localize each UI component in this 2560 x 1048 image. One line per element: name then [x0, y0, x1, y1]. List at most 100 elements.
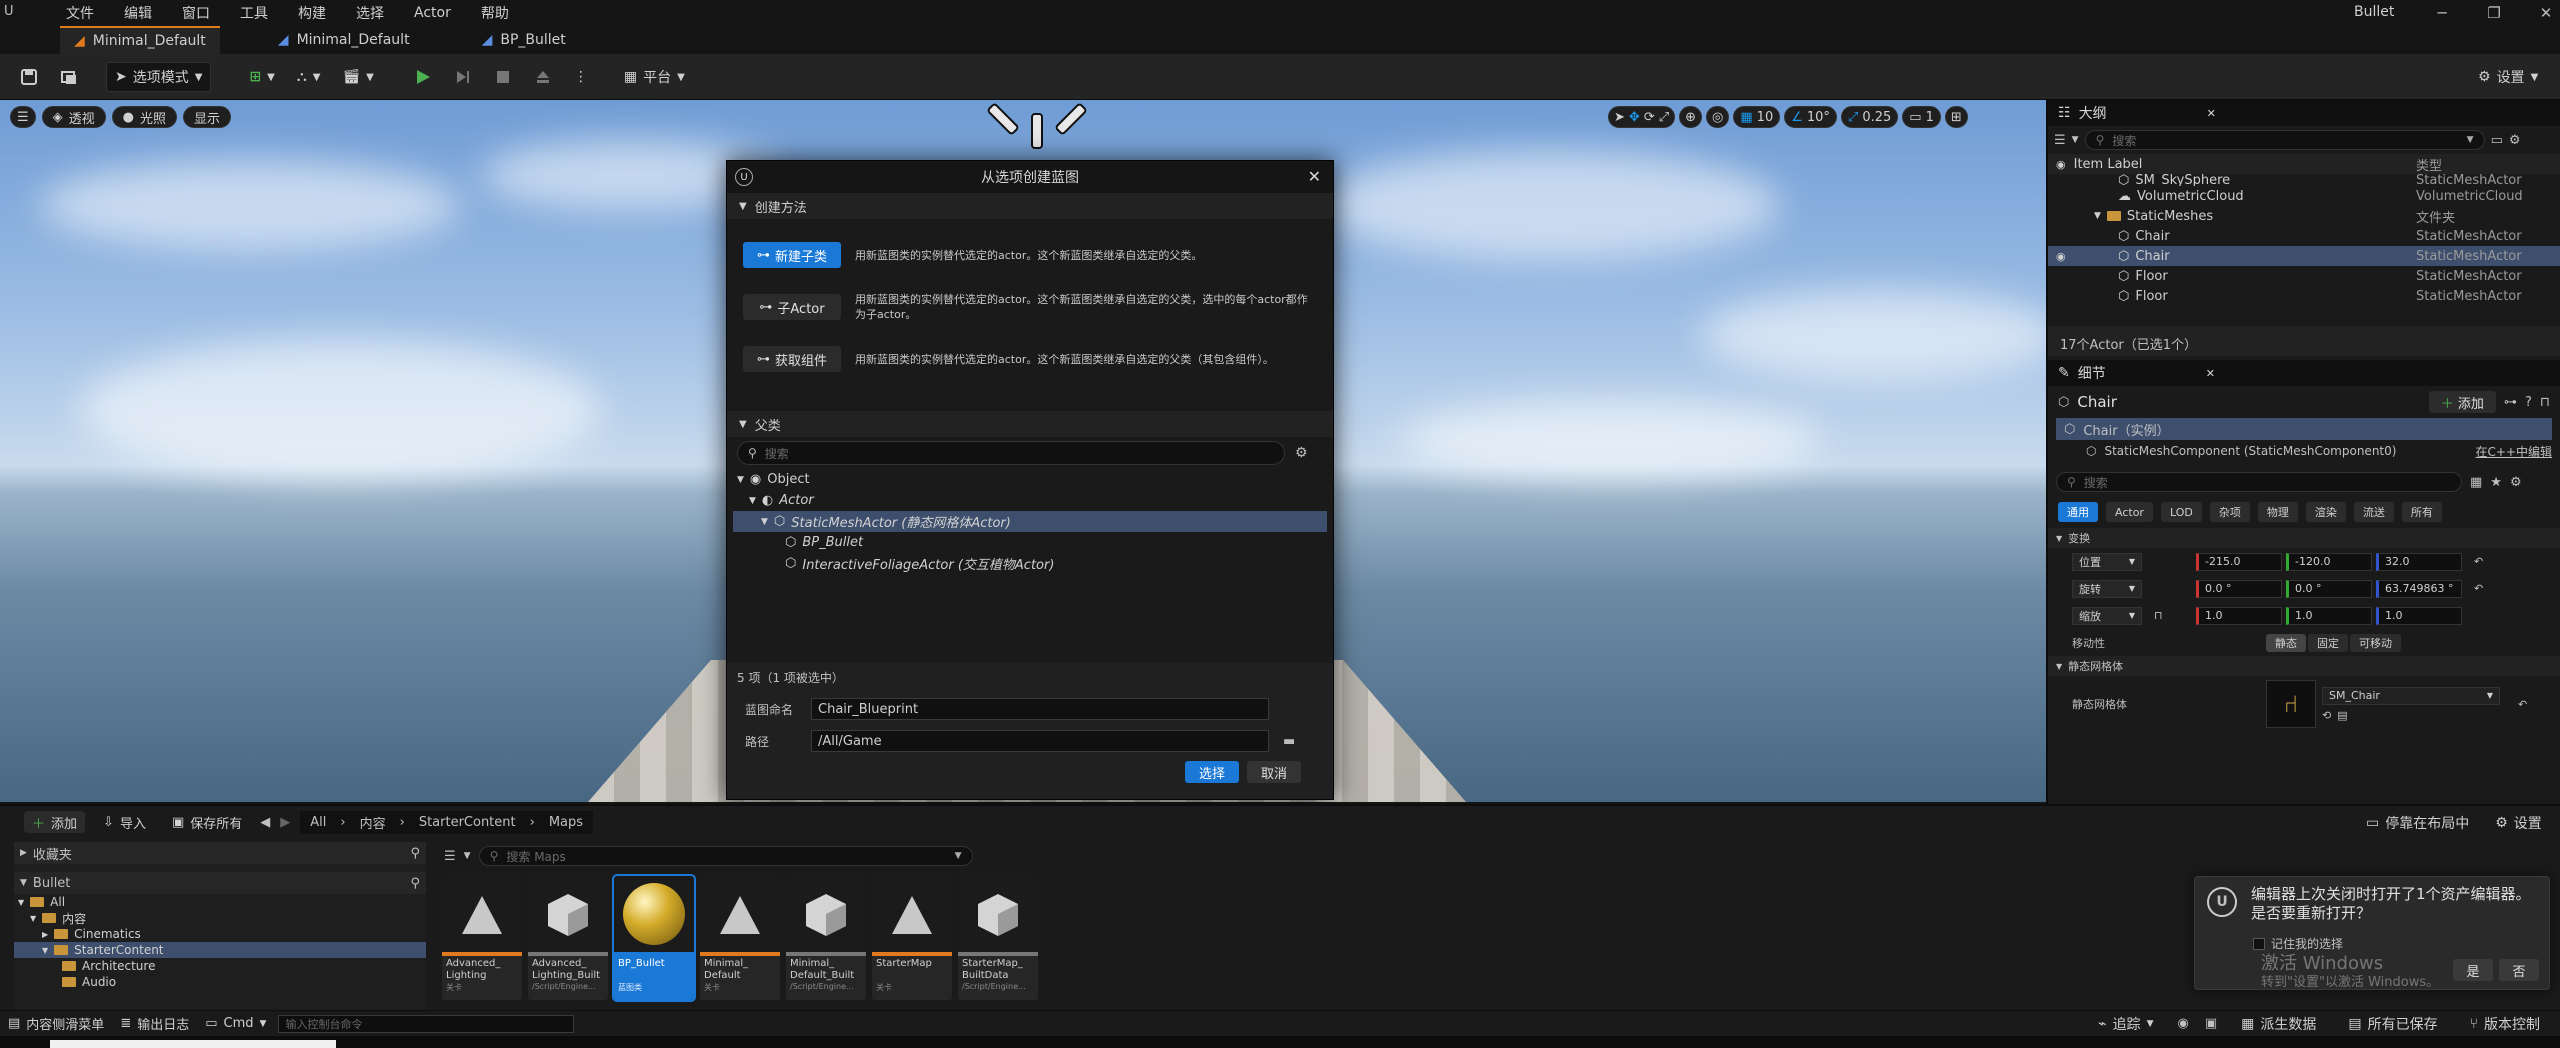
asset-minimal-default-built[interactable]: Minimal_ Default_Built/Script/Engine...: [786, 876, 866, 1000]
yes-button[interactable]: 是: [2453, 959, 2493, 981]
details-tab[interactable]: ✎ 细节 ✕: [2048, 360, 2560, 386]
stop-icon[interactable]: [486, 62, 520, 92]
gear-icon[interactable]: ⚙: [2510, 475, 2522, 490]
rotation-x[interactable]: 0.0 °: [2196, 579, 2282, 598]
record-icon[interactable]: ◉: [2177, 1016, 2188, 1031]
derived-data-button[interactable]: ▦ 派生数据: [2233, 1012, 2324, 1036]
content-icon[interactable]: [52, 62, 86, 92]
menu-build[interactable]: 构建: [298, 3, 326, 23]
blueprint-icon[interactable]: ⊶: [2504, 395, 2517, 410]
import-button[interactable]: ⇩ 导入: [95, 811, 154, 833]
mobility-movable[interactable]: 可移动: [2350, 633, 2401, 652]
trace-button[interactable]: ⌁ 追踪 ▼: [2090, 1012, 2161, 1036]
settings-button[interactable]: ⚙ 设置 ▼: [2470, 62, 2546, 92]
blueprint-menu-icon[interactable]: ⛬ ▼: [289, 62, 329, 92]
breadcrumb-all[interactable]: All: [310, 815, 326, 830]
close-window-icon[interactable]: ✕: [2518, 0, 2560, 26]
grid-view-icon[interactable]: ▦: [2470, 475, 2482, 490]
lit-button[interactable]: ● 光照: [111, 106, 178, 128]
component-row[interactable]: ⬡ StaticMeshComponent (StaticMeshCompone…: [2048, 440, 2560, 462]
tree-item-actor[interactable]: ▼ ◐ Actor: [733, 490, 1327, 511]
mobility-stationary[interactable]: 固定: [2308, 633, 2348, 652]
surface-snap-icon[interactable]: ◎: [1706, 106, 1730, 128]
filter-all[interactable]: 所有: [2401, 502, 2442, 522]
lock-icon[interactable]: ⊓: [2146, 609, 2192, 622]
add-folder-icon[interactable]: ▭: [2491, 133, 2503, 148]
location-y[interactable]: -120.0: [2286, 552, 2372, 571]
mode-dropdown[interactable]: ➤ 选项模式 ▼: [106, 62, 212, 92]
dock-in-layout-button[interactable]: ▭ 停靠在布局中: [2358, 812, 2477, 834]
forward-icon[interactable]: ▶: [280, 815, 290, 830]
source-control-button[interactable]: ⑂ 版本控制: [2462, 1012, 2548, 1036]
save-all-button[interactable]: ▣ 保存所有: [164, 811, 250, 833]
content-drawer-button[interactable]: ▤ 内容侧滑菜单: [0, 1012, 112, 1036]
breadcrumb-content[interactable]: 内容: [360, 813, 386, 832]
tree-item-object[interactable]: ▼ ◉ Object: [733, 469, 1327, 490]
folder-content[interactable]: ▼ 内容: [14, 910, 426, 926]
location-x[interactable]: -215.0: [2196, 552, 2282, 571]
select-tool-icon[interactable]: ➤: [1614, 110, 1625, 125]
save-status-button[interactable]: ▤ 所有已保存: [2340, 1012, 2445, 1036]
details-search[interactable]: ⚲ 搜索: [2056, 472, 2462, 492]
move-tool-icon[interactable]: ✥: [1629, 110, 1640, 125]
chair-thumbnail-icon[interactable]: ⑁: [2266, 680, 2316, 728]
child-actor-button[interactable]: ⊶ 子Actor: [743, 294, 841, 320]
rotation-y[interactable]: 0.0 °: [2286, 579, 2372, 598]
show-button[interactable]: 显示: [183, 106, 232, 128]
tree-item-static-mesh-actor[interactable]: ▼ ⬡ StaticMeshActor (静态网格体Actor): [733, 511, 1327, 532]
folder-all[interactable]: ▼ All: [14, 894, 426, 910]
outliner-row[interactable]: ⬡ Floor StaticMeshActor: [2048, 286, 2560, 306]
filter-lod[interactable]: LOD: [2160, 502, 2202, 522]
tree-item-interactive-foliage[interactable]: ⬡ InteractiveFoliageActor (交互植物Actor): [733, 553, 1327, 574]
cmd-dropdown[interactable]: ▭ Cmd ▼: [197, 1012, 274, 1036]
asset-startermap-builtdata[interactable]: StarterMap_ BuiltData/Script/Engine...: [958, 876, 1038, 1000]
output-log-button[interactable]: ≣ 输出日志: [112, 1012, 197, 1036]
cb-settings-button[interactable]: ⚙ 设置: [2487, 812, 2550, 834]
transform-section[interactable]: ▼ 变换: [2048, 528, 2560, 548]
outliner-row[interactable]: ⬡ SM_SkySphere StaticMeshActor: [2048, 174, 2560, 186]
filter-physics[interactable]: 物理: [2257, 502, 2298, 522]
filter-streaming[interactable]: 流送: [2353, 502, 2394, 522]
help-icon[interactable]: ?: [2525, 395, 2532, 410]
scale-tool-icon[interactable]: ⤢: [1659, 110, 1669, 125]
scale-dropdown[interactable]: 缩放 ▼: [2072, 606, 2142, 625]
scale-y[interactable]: 1.0: [2286, 606, 2372, 625]
blueprint-name-input[interactable]: Chair_Blueprint: [811, 698, 1269, 720]
perspective-button[interactable]: ◈ 透视: [41, 106, 106, 128]
reset-icon[interactable]: ↶: [2518, 698, 2527, 711]
browse-icon[interactable]: ⟲: [2322, 709, 2331, 722]
outliner-search[interactable]: ⚲ 搜索 ▼: [2084, 130, 2485, 150]
asset-advanced-lighting[interactable]: Advanced_ Lighting 关卡: [442, 876, 522, 1000]
scale-z[interactable]: 1.0: [2376, 606, 2462, 625]
search-icon[interactable]: ⚲: [410, 846, 420, 861]
menu-help[interactable]: 帮助: [481, 3, 509, 23]
use-selected-icon[interactable]: ▤: [2337, 709, 2347, 722]
play-icon[interactable]: [406, 62, 440, 92]
gear-icon[interactable]: ⚙: [2509, 133, 2521, 148]
grid-snap-button[interactable]: ▦ 10: [1733, 106, 1781, 128]
eject-icon[interactable]: [526, 62, 560, 92]
menu-edit[interactable]: 编辑: [124, 3, 152, 23]
add-content-button[interactable]: ＋ 添加: [24, 811, 86, 833]
maximize-viewport-icon[interactable]: ⊞: [1944, 106, 1968, 128]
select-button[interactable]: 选择: [1185, 761, 1239, 783]
static-mesh-dropdown[interactable]: SM_Chair ▼: [2322, 686, 2500, 705]
restore-icon[interactable]: ❐: [2466, 0, 2522, 26]
checkbox[interactable]: [2253, 937, 2265, 950]
harvest-components-button[interactable]: ⊶ 获取组件: [743, 346, 841, 372]
tree-item-bp-bullet[interactable]: ⬡ BP_Bullet: [733, 532, 1327, 553]
close-icon[interactable]: ✕: [1308, 167, 1321, 186]
creation-method-section[interactable]: ▼ 创建方法: [727, 193, 1333, 219]
no-button[interactable]: 否: [2499, 959, 2539, 981]
reset-icon[interactable]: ↶: [2474, 555, 2483, 568]
add-component-button[interactable]: ＋添加: [2428, 391, 2496, 413]
tab-bp-bullet[interactable]: ◢ BP_Bullet: [468, 26, 580, 54]
tab-blueprint-minimal-default[interactable]: ◢ Minimal_Default: [264, 26, 424, 54]
filter-misc[interactable]: 杂项: [2209, 502, 2250, 522]
outliner-row-selected[interactable]: ◉ ⬡ Chair StaticMeshActor: [2048, 246, 2560, 266]
asset-advanced-lighting-built[interactable]: Advanced_ Lighting_Built/Script/Engine..…: [528, 876, 608, 1000]
location-z[interactable]: 32.0: [2376, 552, 2462, 571]
edit-in-cpp-link[interactable]: 在C++中编辑: [2476, 443, 2553, 460]
add-actor-icon[interactable]: ⊞ ▼: [241, 62, 282, 92]
menu-actor[interactable]: Actor: [414, 5, 451, 21]
